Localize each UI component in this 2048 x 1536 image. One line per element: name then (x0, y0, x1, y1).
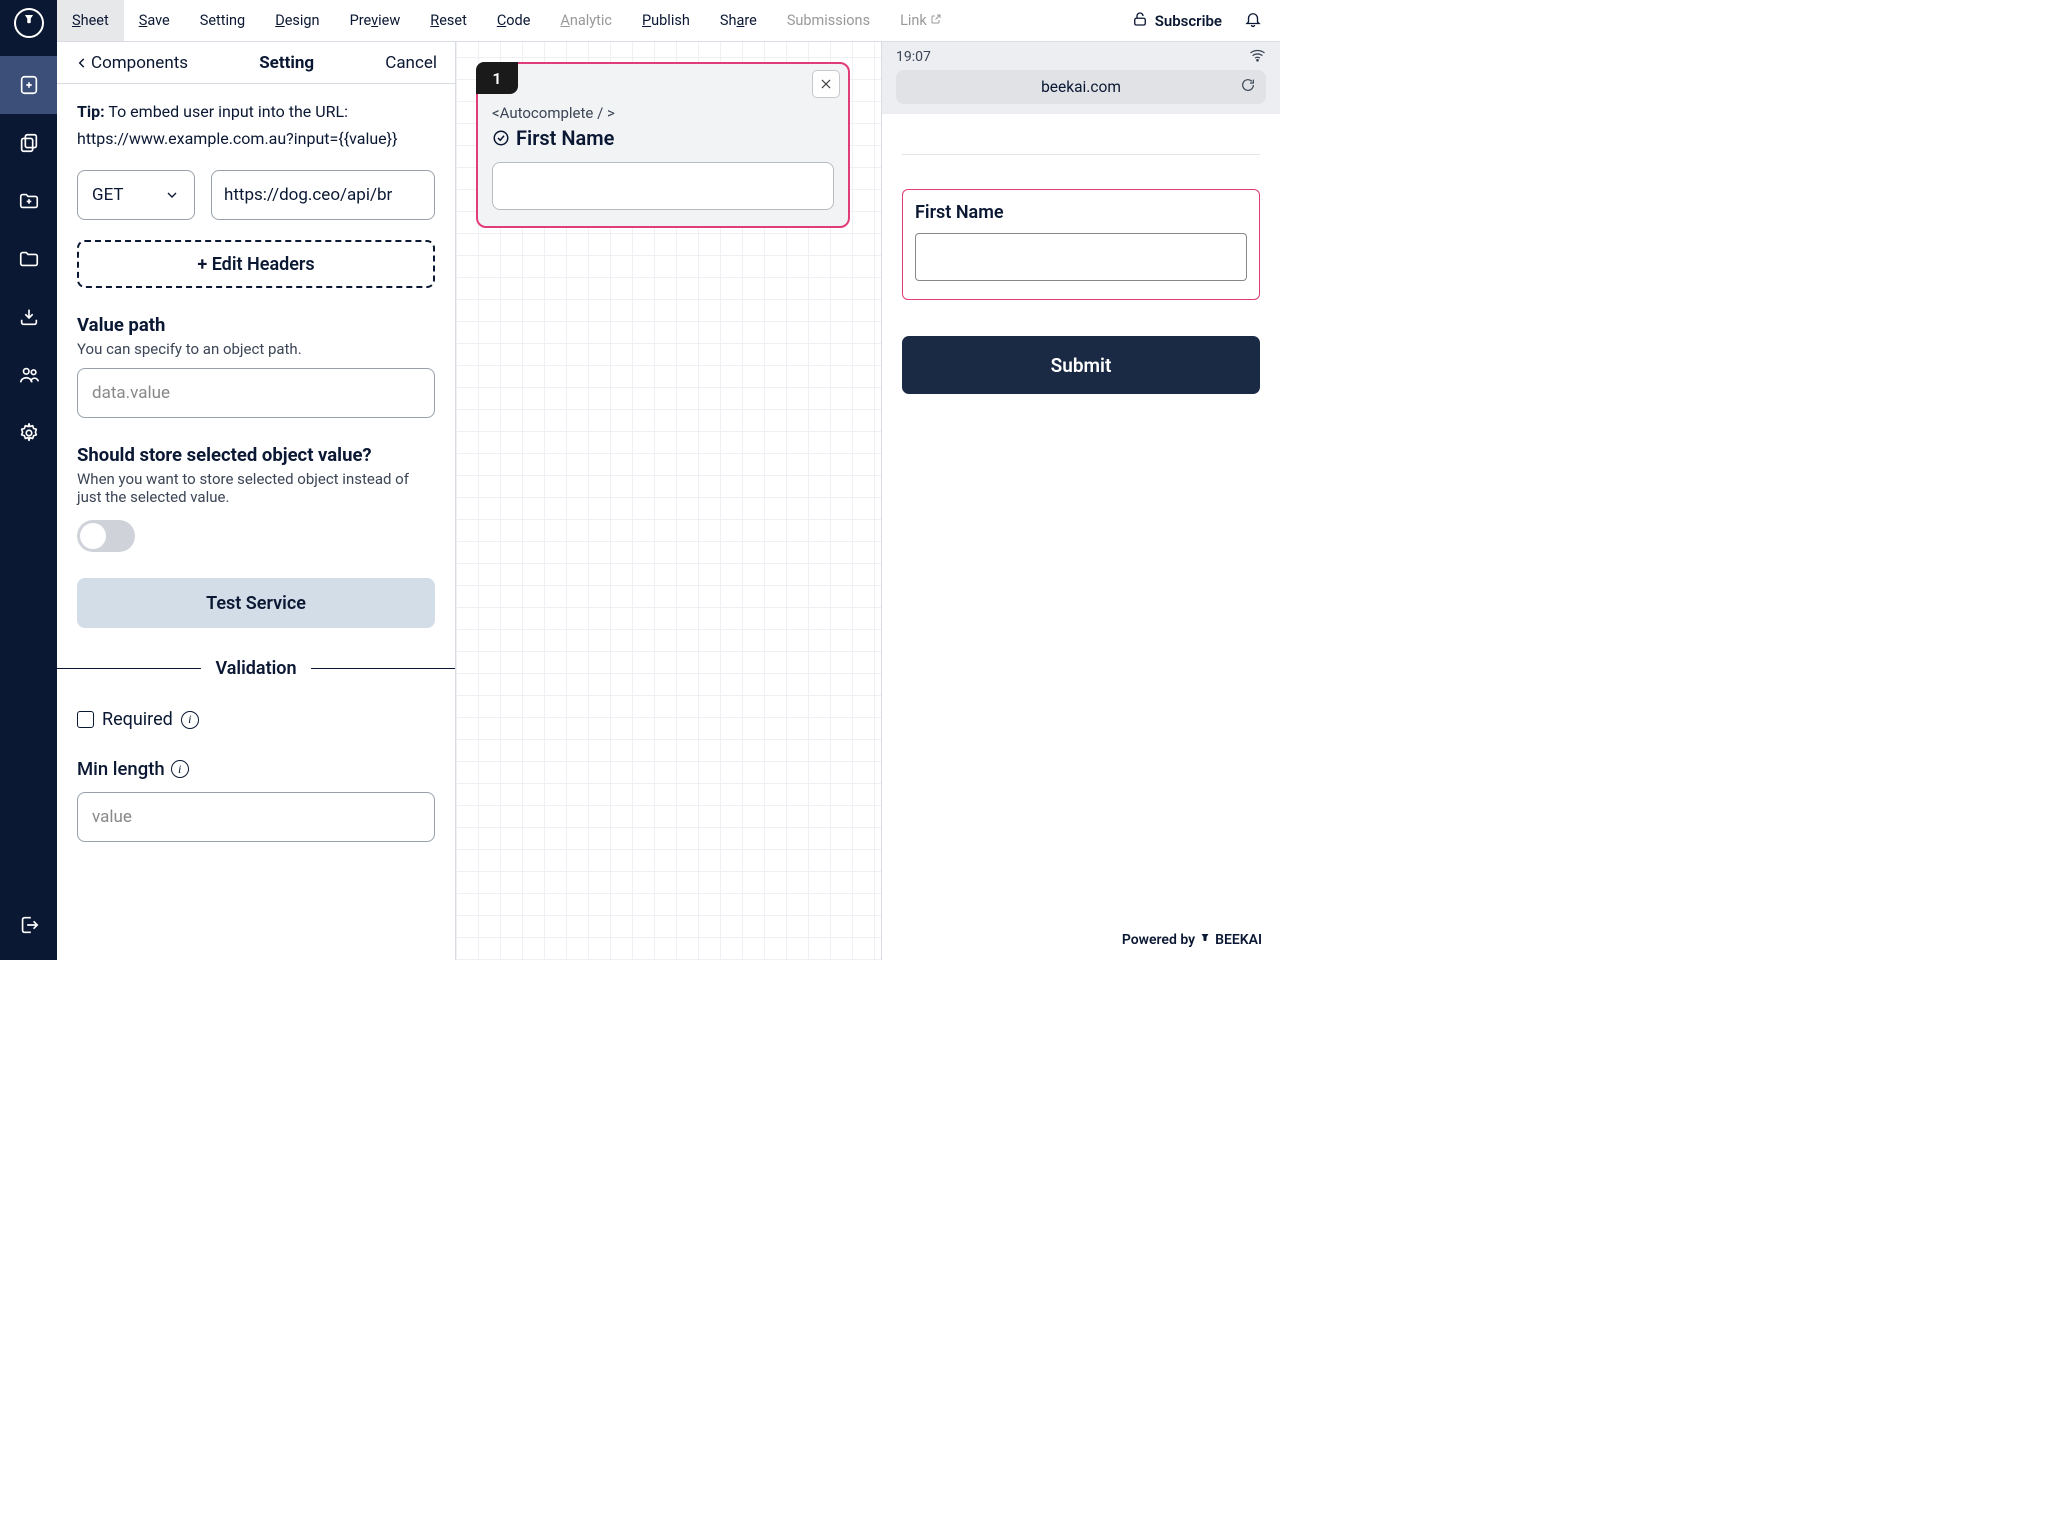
value-path-label: Value path (77, 314, 435, 336)
min-length-label: Min length (77, 758, 165, 780)
preview-first-name-field: First Name (902, 189, 1260, 300)
panel-title: Setting (188, 53, 385, 73)
menubar: Sheet Save Setting Design Preview Reset … (57, 0, 1280, 42)
cancel-button[interactable]: Cancel (385, 53, 437, 73)
rail-logout[interactable] (0, 896, 57, 954)
url-input[interactable]: https://dog.ceo/api/br (211, 170, 435, 220)
edit-headers-button[interactable]: + Edit Headers (77, 240, 435, 288)
close-icon (819, 77, 833, 91)
rail-download[interactable] (0, 288, 57, 346)
chevron-down-icon (164, 187, 180, 203)
card-number-badge: 1 (476, 62, 518, 94)
test-service-button[interactable]: Test Service (77, 578, 435, 628)
menu-sheet[interactable]: Sheet (57, 0, 124, 41)
rail-add-folder[interactable] (0, 172, 57, 230)
menu-design[interactable]: Design (260, 0, 334, 41)
store-object-desc: When you want to store selected object i… (77, 470, 435, 506)
preview-time: 19:07 (896, 49, 931, 65)
bell-icon (1244, 10, 1262, 28)
card-input[interactable] (492, 162, 834, 210)
value-path-input[interactable]: data.value (77, 368, 435, 418)
rail-add-page[interactable] (0, 56, 57, 114)
menu-analytic: Analytic (545, 0, 627, 41)
card-title: First Name (492, 126, 834, 150)
field-card[interactable]: 1 <Autocomplete / > First Name (476, 62, 850, 228)
menu-code[interactable]: Code (482, 0, 546, 41)
menu-save[interactable]: Save (124, 0, 185, 41)
settings-panel: Components Setting Cancel Tip: To embed … (57, 42, 456, 960)
component-type-tag: <Autocomplete / > (492, 104, 834, 122)
menu-submissions: Submissions (772, 0, 885, 41)
min-length-input[interactable]: value (77, 792, 435, 842)
menu-preview[interactable]: Preview (335, 0, 416, 41)
store-object-toggle[interactable] (77, 520, 135, 552)
live-preview: 19:07 beekai.com Firs (882, 42, 1280, 960)
menu-reset[interactable]: Reset (415, 0, 482, 41)
rail-folder[interactable] (0, 230, 57, 288)
chevron-left-icon (75, 56, 89, 70)
required-checkbox[interactable]: Required i (77, 709, 435, 730)
reload-icon[interactable] (1240, 77, 1256, 97)
external-link-icon (930, 12, 942, 29)
tip-text: Tip: To embed user input into the URL: h… (77, 98, 435, 152)
check-circle-icon (492, 129, 510, 147)
menu-share[interactable]: Share (705, 0, 772, 41)
rail-copy[interactable] (0, 114, 57, 172)
menu-link: Link (885, 0, 957, 41)
back-to-components[interactable]: Components (75, 53, 188, 73)
logo-icon (14, 8, 44, 38)
preview-first-name-input[interactable] (915, 233, 1247, 281)
canvas[interactable]: 1 <Autocomplete / > First Name (456, 42, 882, 960)
info-icon: i (181, 711, 199, 729)
info-icon: i (171, 760, 189, 778)
left-rail (0, 0, 57, 960)
subscribe-button[interactable]: Subscribe (1131, 10, 1222, 32)
value-path-desc: You can specify to an object path. (77, 340, 435, 358)
validation-divider: Validation (57, 658, 455, 679)
rail-settings[interactable] (0, 404, 57, 462)
http-method-select[interactable]: GET (77, 170, 195, 220)
browser-chrome: 19:07 beekai.com (882, 42, 1280, 114)
notifications-button[interactable] (1244, 10, 1262, 32)
rail-users[interactable] (0, 346, 57, 404)
powered-by: Powered by BEEKAI (1122, 932, 1262, 948)
beekai-logo-icon (1199, 933, 1211, 947)
lock-open-icon (1131, 10, 1149, 32)
menu-publish[interactable]: Publish (627, 0, 705, 41)
card-close-button[interactable] (812, 70, 840, 98)
preview-submit-button[interactable]: Submit (902, 336, 1260, 394)
menu-setting[interactable]: Setting (185, 0, 260, 41)
store-object-label: Should store selected object value? (77, 444, 435, 466)
address-bar[interactable]: beekai.com (896, 70, 1266, 104)
wifi-icon (1249, 48, 1266, 66)
